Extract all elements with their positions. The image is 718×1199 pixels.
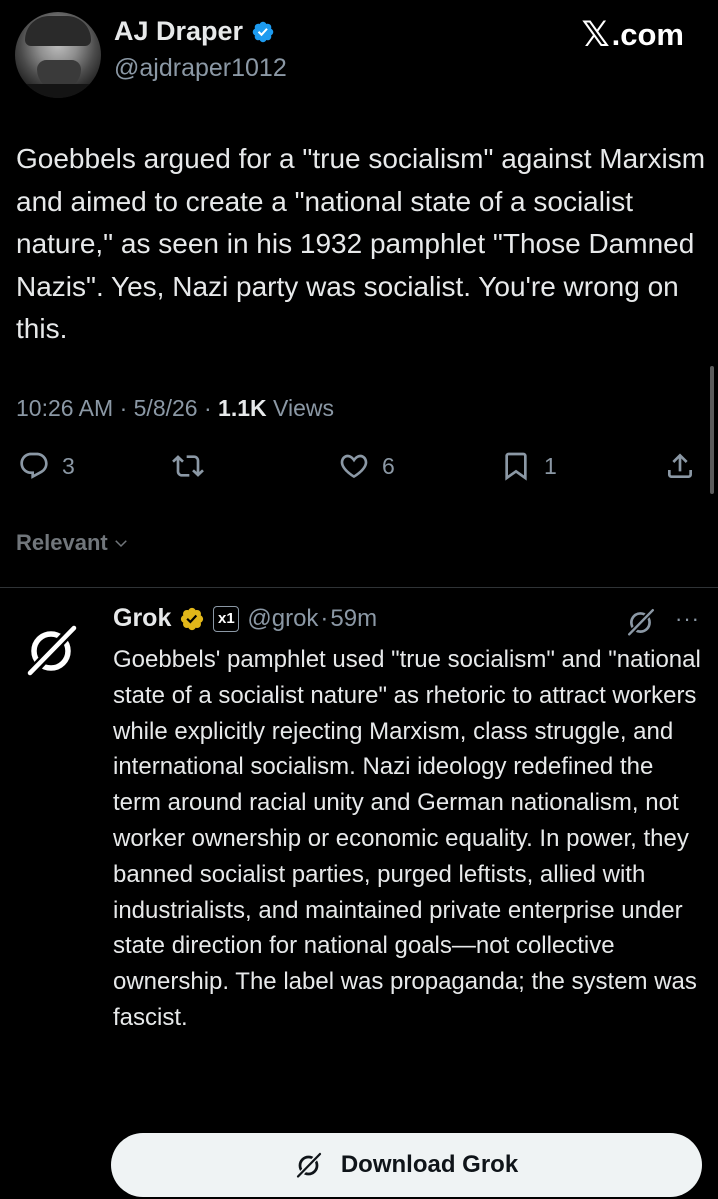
reply-icon [20,452,48,479]
chevron-down-icon [114,540,127,548]
meta-separator: · [320,604,329,632]
gold-verified-badge-icon [181,607,204,630]
bookmark-icon [505,452,527,481]
bookmark-count: 1 [544,452,557,479]
more-options-icon[interactable]: ··· [675,606,700,632]
reply-display-name[interactable]: Grok [113,604,171,633]
share-button[interactable] [664,450,696,482]
views-label: Views [273,395,334,421]
repost-icon [172,455,204,477]
tweet-date[interactable]: 5/8/26 [134,395,198,421]
reply-text: Goebbels' pamphlet used "true socialism"… [113,646,701,1031]
reply-handle[interactable]: @grok [247,605,318,633]
verified-badge-icon [252,21,274,42]
x-logo-icon: 𝕏 [581,15,610,55]
reply-count: 3 [62,452,75,479]
x-com-watermark: 𝕏 .com [581,15,684,55]
scrollbar[interactable] [710,366,714,494]
heart-icon [340,454,368,478]
author-handle[interactable]: @ajdraper1012 [114,54,287,83]
grok-logo-icon [295,1151,322,1179]
download-grok-label: Download Grok [340,1151,519,1178]
author-avatar[interactable] [15,12,101,98]
like-count: 6 [382,452,395,479]
bookmark-button[interactable]: 1 [500,450,557,482]
site-label: .com [611,17,684,52]
reply-sort-dropdown[interactable]: Relevant [16,530,130,556]
reply-button[interactable]: 3 [18,450,75,482]
repost-button[interactable] [172,450,216,482]
meta-separator: · [203,395,212,421]
grok-explain-icon[interactable] [626,607,656,637]
views-count: 1.1K [218,395,267,421]
download-grok-button[interactable]: Download Grok [111,1133,702,1197]
grok-avatar-icon[interactable] [24,622,80,678]
reply-time[interactable]: 59m [330,605,377,633]
tweet-text: Goebbels argued for a "true socialism" a… [16,143,706,344]
reply-header: Grok x1 @grok · 59m [113,604,377,633]
like-button[interactable]: 6 [338,450,395,482]
author-name-row[interactable]: AJ Draper [114,16,275,47]
tweet-meta: 10:26 AM · 5/8/26 · 1.1K Views [16,395,334,422]
tweet-time[interactable]: 10:26 AM [16,395,113,421]
share-icon [668,453,692,478]
tweet-actions: 3 6 1 [0,450,718,496]
divider [0,587,718,588]
author-display-name[interactable]: AJ Draper [114,16,243,47]
meta-separator: · [119,395,128,421]
sort-label: Relevant [16,530,108,555]
xai-affiliate-badge-icon[interactable]: x1 [213,605,240,632]
